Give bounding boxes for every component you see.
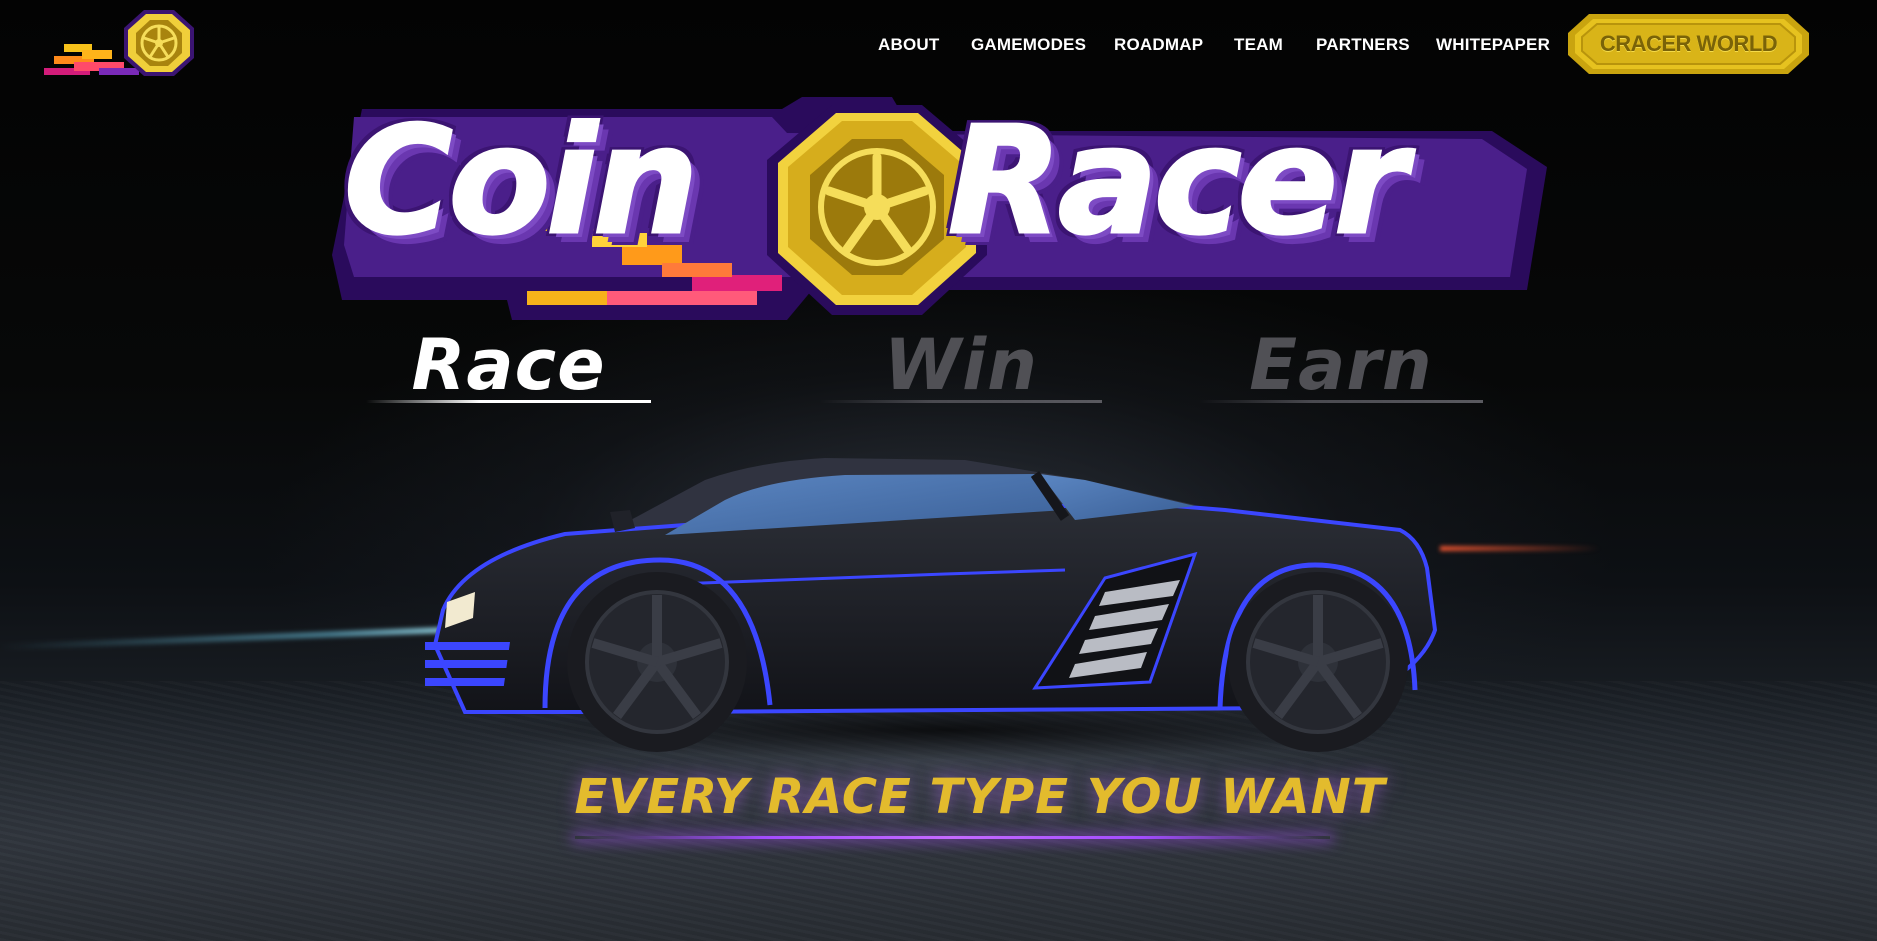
hero-tagline: EVERY RACE TYPE YOU WANT [574, 769, 1386, 825]
nav-team[interactable]: TEAM [1234, 30, 1283, 60]
tab-earn[interactable]: Earn [1199, 324, 1483, 406]
rear-wheel [1228, 572, 1408, 752]
tab-earn-label: Earn [1249, 324, 1433, 406]
race-car-image [413, 450, 1470, 765]
tab-race-label: Race [411, 324, 606, 406]
tab-race-underline [366, 400, 651, 403]
nav-roadmap[interactable]: ROADMAP [1114, 30, 1203, 60]
nav-about[interactable]: ABOUT [878, 30, 939, 60]
tagline-underline [575, 836, 1330, 839]
nav-whitepaper[interactable]: WHITEPAPER [1436, 30, 1550, 60]
logo-word-racer: Racer [947, 95, 1409, 268]
cracer-world-label: CRACER WORLD [1599, 31, 1778, 56]
front-wheel [567, 572, 747, 752]
tab-race[interactable]: Race [366, 324, 651, 406]
cracer-world-button[interactable]: CRACER WORLD [1567, 13, 1810, 75]
nav-partners[interactable]: PARTNERS [1316, 30, 1410, 60]
light-streak-left [0, 626, 471, 651]
tab-earn-underline [1199, 400, 1483, 403]
tab-win-label: Win [883, 324, 1039, 406]
race-car-illustration [413, 458, 1438, 760]
nav-gamemodes[interactable]: GAMEMODES [971, 30, 1086, 60]
tab-win-underline [820, 400, 1102, 403]
tab-win[interactable]: Win [820, 324, 1102, 406]
logo-word-coin: Coin [342, 95, 699, 268]
